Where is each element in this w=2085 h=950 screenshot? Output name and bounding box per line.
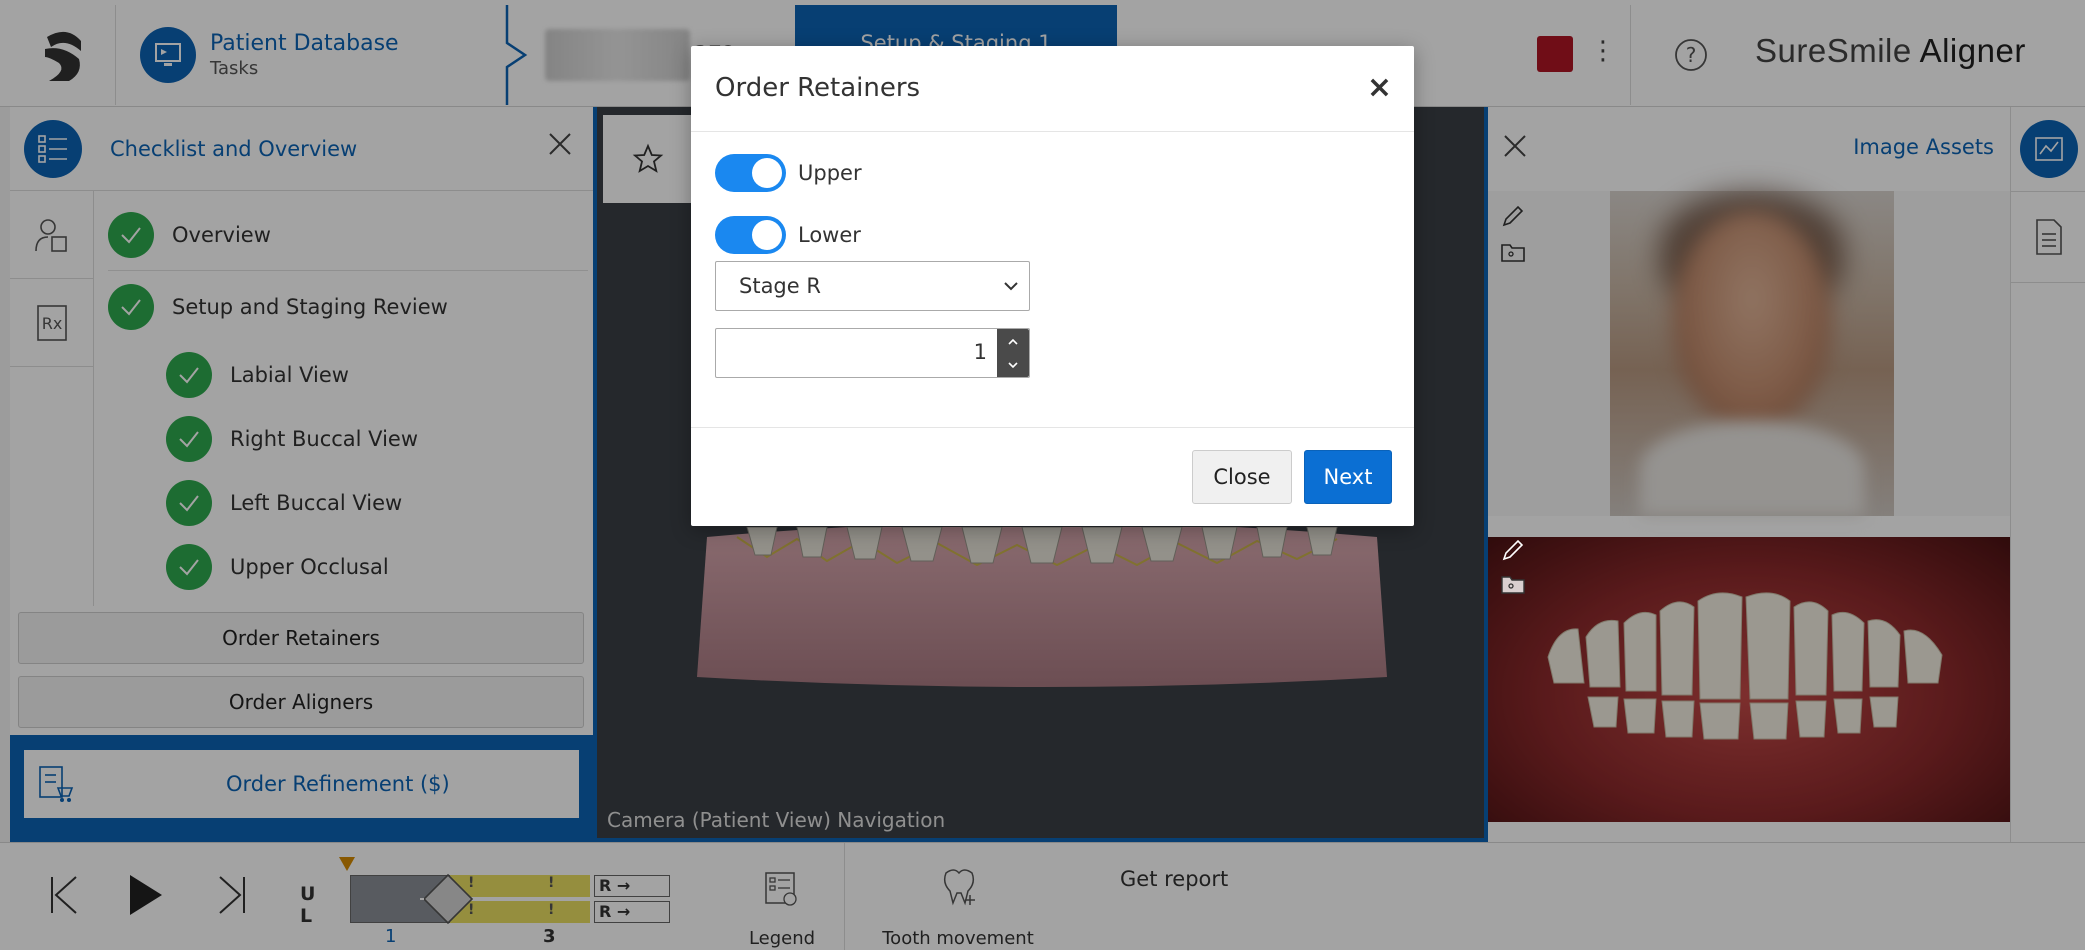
dialog-footer: Close Next bbox=[691, 428, 1414, 524]
stepper-buttons bbox=[997, 329, 1029, 377]
chevron-down-icon bbox=[1004, 282, 1018, 291]
dialog-header: Order Retainers × bbox=[691, 46, 1414, 132]
stage-select-value: Stage R bbox=[739, 274, 821, 298]
toggle-knob bbox=[752, 158, 782, 188]
dialog-close-icon[interactable]: × bbox=[1367, 70, 1392, 105]
stage-select[interactable]: Stage R bbox=[715, 261, 1030, 311]
edit-pencil-icon[interactable] bbox=[1500, 537, 1526, 563]
dialog-body: Upper Lower Stage R 1 bbox=[691, 132, 1414, 428]
toggle-knob bbox=[752, 220, 782, 250]
stepper-down-icon[interactable] bbox=[997, 353, 1029, 377]
asset-tools bbox=[1500, 537, 1530, 599]
upper-toggle-switch[interactable] bbox=[715, 154, 786, 192]
lower-toggle-label: Lower bbox=[798, 223, 861, 247]
order-retainers-dialog: Order Retainers × Upper Lower Stage R 1 bbox=[691, 46, 1414, 526]
lower-toggle-row: Lower bbox=[715, 216, 861, 254]
dialog-title: Order Retainers bbox=[715, 73, 921, 103]
upper-toggle-row: Upper bbox=[715, 154, 862, 192]
close-button[interactable]: Close bbox=[1192, 450, 1292, 504]
upper-toggle-label: Upper bbox=[798, 161, 862, 185]
next-button[interactable]: Next bbox=[1304, 450, 1392, 504]
quantity-value: 1 bbox=[973, 340, 987, 364]
lower-toggle-switch[interactable] bbox=[715, 216, 786, 254]
stepper-up-icon[interactable] bbox=[997, 329, 1029, 353]
image-folder-icon[interactable] bbox=[1500, 573, 1526, 595]
quantity-stepper[interactable]: 1 bbox=[715, 328, 1030, 378]
